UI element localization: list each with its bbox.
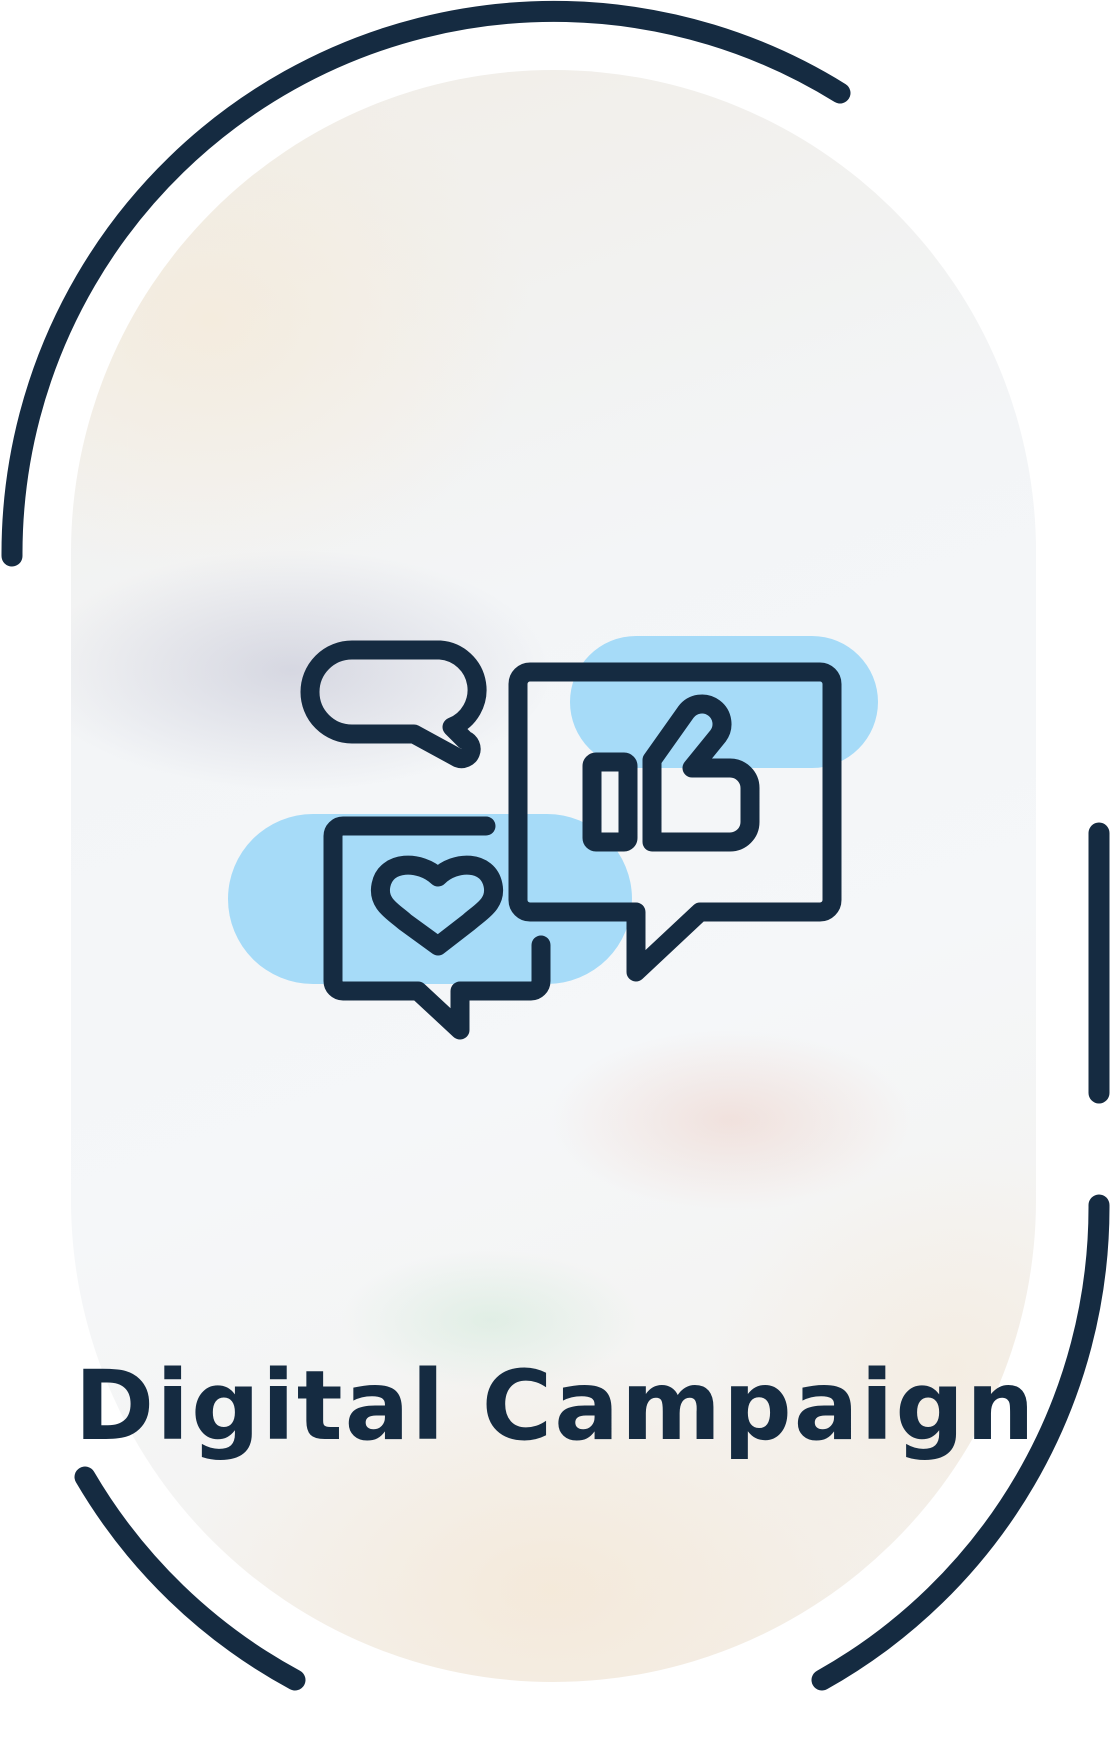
caption-title: Digital Campaign — [74, 1350, 1037, 1462]
card: Digital Campaign — [0, 0, 1111, 1750]
speech-bubble-icon — [300, 640, 487, 769]
social-engagement-icon — [228, 636, 878, 1040]
thumb-cuff — [582, 752, 638, 852]
accent-blob-left — [228, 814, 632, 984]
